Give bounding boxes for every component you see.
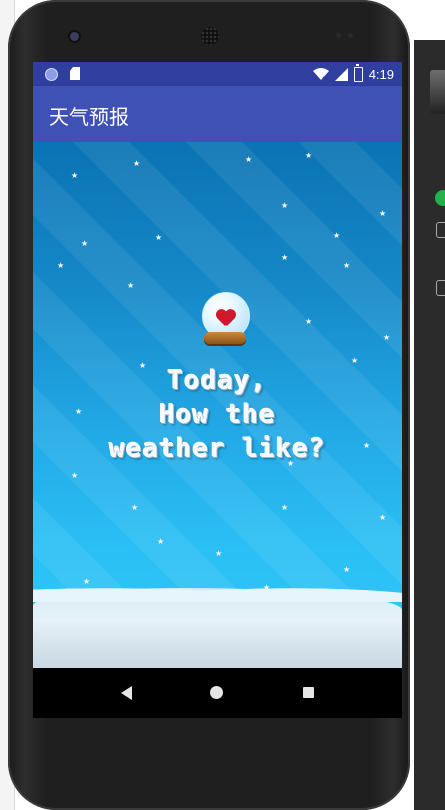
splash-line-2: How the	[159, 400, 276, 430]
star-icon: ★	[131, 503, 139, 512]
user-icon[interactable]	[436, 222, 445, 238]
star-icon: ★	[305, 151, 313, 160]
star-icon: ★	[245, 155, 253, 164]
star-icon: ★	[281, 201, 289, 210]
battery-charging-icon	[353, 63, 363, 82]
status-bar: 4:19	[33, 62, 402, 86]
avatar	[430, 70, 445, 114]
splash-line-3: weather like?	[109, 434, 326, 464]
star-icon: ★	[81, 239, 89, 248]
cube-icon[interactable]	[436, 280, 445, 296]
star-icon: ★	[57, 261, 65, 270]
star-icon: ★	[133, 159, 141, 168]
splash-text: Today, How the weather like?	[33, 364, 402, 466]
home-icon[interactable]	[210, 686, 223, 699]
snow-ground	[33, 578, 402, 668]
star-icon: ★	[281, 503, 289, 512]
app-bar: 天气预报	[33, 86, 402, 142]
notification-circle-icon	[45, 68, 58, 81]
star-icon: ★	[333, 231, 341, 240]
star-icon: ★	[383, 333, 391, 342]
status-bar-right: 4:19	[312, 63, 394, 84]
star-icon: ★	[379, 209, 387, 218]
wifi-icon	[312, 67, 329, 80]
front-camera-icon	[70, 32, 79, 41]
snow-globe-heart-icon	[198, 292, 252, 350]
sensor-icon	[348, 33, 353, 38]
heart-icon	[216, 310, 234, 326]
sensor-icon	[336, 33, 341, 38]
sd-card-icon	[70, 67, 80, 80]
signal-icon	[334, 67, 348, 81]
ide-right-panel	[414, 40, 445, 810]
splash-image[interactable]: ★ ★ ★ ★ ★ ★ ★ ★ ★ ★ ★ ★ ★ ★ ★ ★ ★ ★ ★ ★	[33, 142, 402, 668]
globe-base	[204, 332, 246, 344]
recents-icon[interactable]	[303, 687, 314, 698]
navigation-bar	[33, 668, 402, 718]
phone-screen: 4:19 天气预报 ★ ★ ★ ★ ★ ★ ★ ★ ★ ★ ★ ★ ★ ★ ★ …	[33, 62, 402, 718]
desktop: 4:19 天气预报 ★ ★ ★ ★ ★ ★ ★ ★ ★ ★ ★ ★ ★ ★ ★ …	[0, 0, 445, 810]
star-icon: ★	[71, 471, 79, 480]
star-icon: ★	[343, 261, 351, 270]
app-title: 天气预报	[49, 107, 129, 129]
star-icon: ★	[343, 565, 351, 574]
status-time: 4:19	[368, 66, 394, 82]
star-icon: ★	[305, 317, 313, 326]
star-icon: ★	[127, 281, 135, 290]
back-icon[interactable]	[121, 686, 132, 700]
star-icon: ★	[155, 233, 163, 242]
star-icon: ★	[281, 253, 289, 262]
chat-icon[interactable]	[435, 190, 445, 206]
star-icon: ★	[215, 549, 223, 558]
phone-device-frame: 4:19 天气预报 ★ ★ ★ ★ ★ ★ ★ ★ ★ ★ ★ ★ ★ ★ ★ …	[8, 0, 410, 810]
splash-line-1: Today,	[167, 366, 268, 396]
star-icon: ★	[157, 537, 165, 546]
star-icon: ★	[379, 513, 387, 522]
star-icon: ★	[71, 171, 79, 180]
earpiece-speaker-icon	[201, 27, 219, 45]
